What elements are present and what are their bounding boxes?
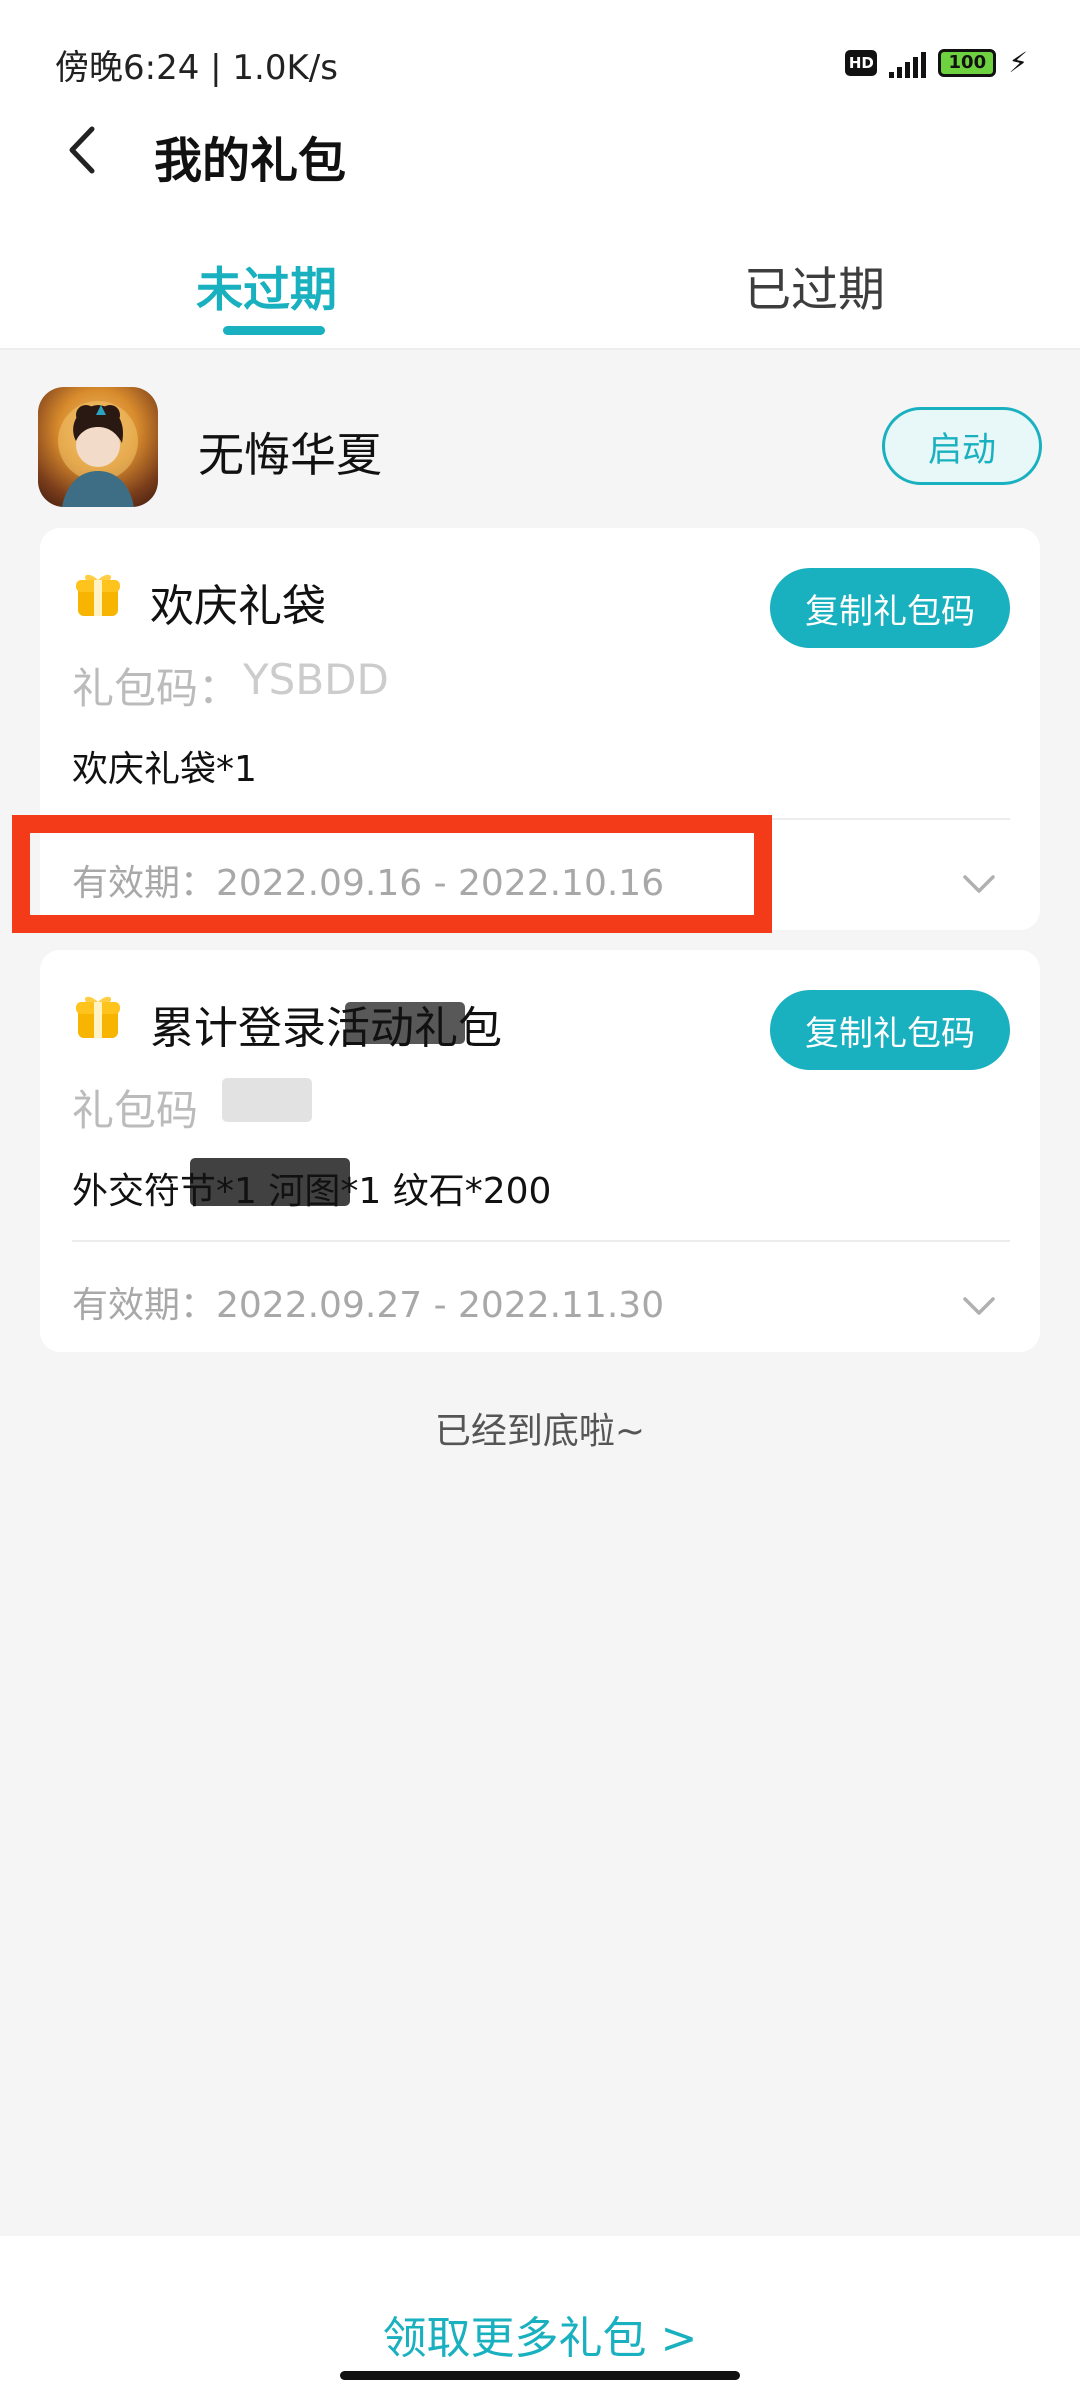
signal-icon <box>889 48 927 78</box>
gift-icon <box>76 996 120 1038</box>
redaction-mark <box>190 1158 350 1206</box>
hd-badge: HD <box>845 49 878 76</box>
chevron-down-icon[interactable] <box>962 874 996 894</box>
app-name: 无悔华夏 <box>198 428 382 482</box>
gift-title: 欢庆礼袋 <box>150 581 326 632</box>
battery-icon: 100 <box>938 48 997 77</box>
app-row: 无悔华夏 启动 <box>38 387 1042 511</box>
gift-icon <box>76 574 120 616</box>
tab-active-indicator <box>223 326 325 335</box>
more-gifts-link[interactable]: 领取更多礼包 > <box>0 2302 1080 2366</box>
copy-code-button[interactable]: 复制礼包码 <box>770 568 1010 648</box>
redaction-mark <box>345 1002 465 1044</box>
validity-period: 有效期：2022.09.27 - 2022.11.30 <box>72 1285 665 1326</box>
status-text: 傍晚6:24 | 1.0K/s <box>55 48 338 88</box>
code-value: YSBDD <box>243 655 389 704</box>
charging-icon: ⚡ <box>1008 46 1028 79</box>
launch-button[interactable]: 启动 <box>882 407 1042 485</box>
code-label: 礼包码： <box>72 664 241 713</box>
tab-expired[interactable]: 已过期 <box>744 251 885 320</box>
home-indicator <box>340 2371 740 2380</box>
back-arrow-icon[interactable] <box>62 125 102 175</box>
chevron-down-icon[interactable] <box>962 1296 996 1316</box>
app-icon[interactable] <box>38 387 158 507</box>
end-of-list-note: 已经到底啦~ <box>434 1411 646 1452</box>
redaction-mark <box>222 1078 312 1122</box>
status-right: HD 100 ⚡ <box>845 46 1028 79</box>
copy-code-button[interactable]: 复制礼包码 <box>770 990 1010 1070</box>
gift-card: 累计登录活动礼包 复制礼包码 礼包码 外交符节*1 河图*1 纹石*200 有效… <box>40 950 1040 1352</box>
highlight-box <box>12 815 772 933</box>
reward-items: 欢庆礼袋*1 <box>72 749 257 790</box>
page-title: 我的礼包 <box>154 133 347 189</box>
card-divider <box>72 1240 1010 1242</box>
tab-unexpired[interactable]: 未过期 <box>196 251 337 320</box>
top-app-bar: 傍晚6:24 | 1.0K/s HD 100 ⚡ 我的礼包 未过期 已过期 <box>0 0 1080 350</box>
code-label: 礼包码 <box>72 1086 199 1135</box>
